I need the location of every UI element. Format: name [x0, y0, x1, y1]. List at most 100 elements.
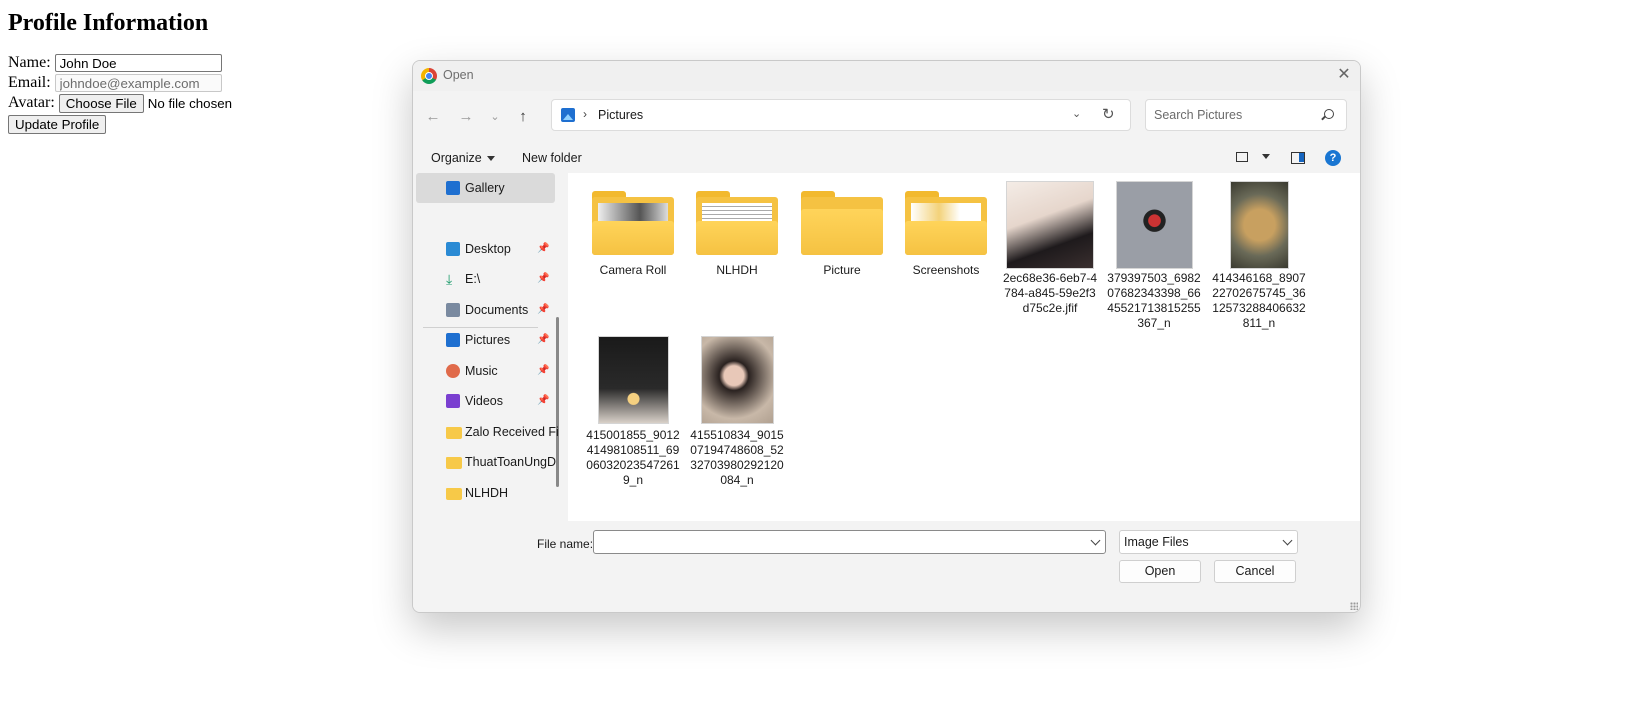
nav-item-gallery[interactable]: Gallery — [416, 173, 555, 203]
nav-item-label: Zalo Received Fi — [465, 425, 558, 439]
breadcrumb-pictures[interactable]: Pictures — [598, 108, 643, 122]
nav-item-desktop[interactable]: Desktop 📌 — [413, 234, 558, 264]
folder-icon — [905, 191, 987, 255]
pin-icon[interactable]: 📌 — [537, 365, 549, 376]
file-name-input[interactable] — [593, 530, 1106, 554]
image-thumbnail — [1229, 181, 1289, 269]
folder-picture[interactable]: Picture — [794, 181, 890, 278]
name-input[interactable] — [54, 54, 222, 72]
videos-icon — [446, 394, 460, 408]
page-title: Profile Information — [8, 10, 209, 36]
view-mode-icon[interactable] — [1236, 152, 1248, 162]
image-file-414346168[interactable]: 414346168_890722702675745_36125732884066… — [1211, 181, 1307, 331]
folder-icon — [446, 427, 462, 439]
nav-item-music[interactable]: Music 📌 — [413, 356, 558, 386]
avatar-row: Avatar: Choose File No file chosen — [8, 93, 232, 113]
item-label: NLHDH — [716, 263, 758, 277]
name-row: Name: — [8, 53, 232, 73]
cancel-button[interactable]: Cancel — [1214, 560, 1296, 583]
pictures-icon — [446, 333, 460, 347]
nav-item-label: ThuatToanUngD — [465, 455, 557, 469]
nav-item-label: Gallery — [465, 181, 505, 195]
image-file-415510834[interactable]: 415510834_901507194748608_52327039802921… — [689, 336, 785, 488]
breadcrumb-chevron-icon: › — [583, 107, 587, 121]
nav-item-videos[interactable]: Videos 📌 — [413, 386, 558, 416]
image-file-415001855[interactable]: 415001855_901241498108511_69060320235472… — [585, 336, 681, 488]
search-icon — [1324, 109, 1334, 119]
organize-button[interactable]: Organize — [431, 151, 495, 165]
help-icon[interactable]: ? — [1325, 150, 1341, 166]
address-bar[interactable]: › Pictures ⌄ ↻ — [551, 99, 1131, 131]
gallery-icon — [446, 181, 460, 195]
choose-file-button[interactable]: Choose File — [58, 93, 144, 113]
music-icon — [446, 364, 460, 378]
recent-locations-chevron-icon[interactable]: ⌄ — [485, 107, 505, 127]
item-label: Screenshots — [912, 263, 980, 277]
file-list: Camera Roll NLHDH Picture Screenshots 2e… — [568, 173, 1360, 521]
forward-arrow-icon[interactable]: → — [456, 107, 476, 127]
close-icon[interactable]: ✕ — [1334, 65, 1354, 85]
search-input[interactable]: Search Pictures — [1154, 108, 1242, 122]
folder-icon — [801, 191, 883, 255]
nav-item-documents[interactable]: Documents 📌 — [413, 295, 558, 325]
resize-grip-icon[interactable] — [1350, 602, 1358, 610]
email-label: Email: — [8, 74, 51, 91]
image-thumbnail — [700, 336, 774, 424]
folder-icon — [446, 457, 462, 469]
folder-camera-roll[interactable]: Camera Roll — [585, 181, 681, 278]
folder-icon — [446, 488, 462, 500]
refresh-icon[interactable]: ↻ — [1102, 105, 1115, 123]
navigation-pane: Gallery Desktop 📌 ⤓ E:\ 📌 Documents 📌 Pi… — [413, 173, 568, 521]
item-label: 415001855_901241498108511_69060320235472… — [586, 428, 680, 487]
folder-screenshots[interactable]: Screenshots — [898, 181, 994, 278]
up-arrow-icon[interactable]: ↑ — [513, 107, 533, 127]
item-label: 379397503_698207682343398_66455217138152… — [1107, 271, 1201, 330]
email-input — [54, 74, 222, 92]
file-type-select[interactable]: Image Files — [1119, 530, 1298, 554]
image-file-2ec68e36[interactable]: 2ec68e36-6eb7-4784-a845-59e2f3d75c2e.jfi… — [1002, 181, 1098, 316]
nav-item-e-drive[interactable]: ⤓ E:\ 📌 — [413, 264, 558, 294]
organize-caret-icon — [486, 156, 495, 162]
file-name-label: File name: — [537, 537, 594, 551]
open-button[interactable]: Open — [1119, 560, 1201, 583]
file-type-value: Image Files — [1124, 535, 1189, 549]
image-file-379397503[interactable]: 379397503_698207682343398_66455217138152… — [1106, 181, 1202, 331]
image-thumbnail — [1006, 181, 1094, 269]
dialog-title: Open — [443, 68, 474, 82]
item-label: 415510834_901507194748608_52327039802921… — [690, 428, 784, 487]
desktop-icon — [446, 242, 460, 256]
pin-icon[interactable]: 📌 — [537, 304, 549, 315]
back-arrow-icon[interactable]: ← — [423, 107, 443, 127]
pin-icon[interactable]: 📌 — [537, 334, 549, 345]
folder-nlhdh[interactable]: NLHDH — [689, 181, 785, 278]
update-profile-button[interactable]: Update Profile — [8, 114, 107, 134]
nav-item-thuattoanungd[interactable]: ThuatToanUngD — [413, 447, 558, 477]
nav-item-nlhdh[interactable]: NLHDH — [413, 478, 558, 508]
pin-icon[interactable]: 📌 — [537, 273, 549, 284]
nav-item-zalo-received[interactable]: Zalo Received Fi — [413, 417, 558, 447]
dialog-titlebar[interactable]: Open ✕ — [413, 61, 1360, 91]
preview-pane-icon[interactable] — [1291, 152, 1305, 164]
item-label: 414346168_890722702675745_36125732884066… — [1212, 271, 1306, 330]
image-thumbnail — [597, 336, 669, 424]
pin-icon[interactable]: 📌 — [537, 395, 549, 406]
pin-icon[interactable]: 📌 — [537, 243, 549, 254]
new-folder-button[interactable]: New folder — [522, 151, 582, 165]
image-thumbnail — [1115, 181, 1193, 269]
dialog-footer: File name: Image Files Open Cancel — [413, 521, 1360, 612]
search-box[interactable]: Search Pictures — [1145, 99, 1347, 131]
address-dropdown-icon[interactable]: ⌄ — [1072, 107, 1081, 120]
chrome-icon — [421, 68, 437, 84]
nav-item-label: NLHDH — [465, 486, 509, 500]
folder-icon — [592, 191, 674, 255]
avatar-label: Avatar: — [8, 94, 55, 111]
file-name-dropdown-icon[interactable] — [1090, 535, 1101, 546]
no-file-text: No file chosen — [147, 95, 233, 111]
command-bar: Organize New folder ? — [413, 143, 1360, 173]
item-label: Camera Roll — [599, 263, 667, 277]
view-dropdown-icon[interactable] — [1262, 154, 1270, 159]
file-type-dropdown-icon — [1282, 535, 1293, 546]
nav-item-pictures[interactable]: Pictures 📌 — [413, 325, 558, 355]
item-label: 2ec68e36-6eb7-4784-a845-59e2f3d75c2e.jfi… — [1002, 271, 1098, 315]
download-icon: ⤓ — [446, 271, 453, 287]
